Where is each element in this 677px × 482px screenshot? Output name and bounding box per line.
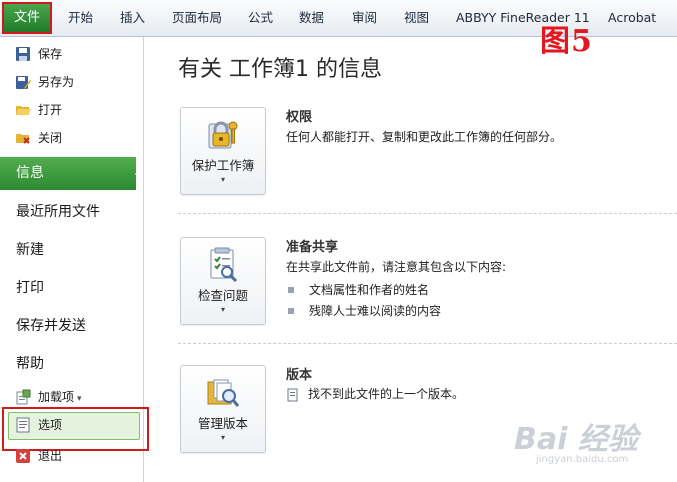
nav-open-label: 打开 [38,103,63,117]
section-divider [178,213,677,214]
list-item: 文档属性和作者的姓名 [288,281,429,298]
page-title: 有关 工作簿1 的信息 [178,57,382,82]
nav-save-label: 保存 [38,47,63,61]
checklist-icon [210,247,238,282]
save-icon [16,47,30,61]
protect-workbook-label: 保护工作簿 [191,158,255,173]
nav-options-label: 选项 [38,418,63,432]
nav-recent[interactable]: 最近所用文件 [0,194,143,230]
nav-new[interactable]: 新建 [0,232,143,268]
section-divider [178,343,677,344]
protect-workbook-button[interactable]: 保护工作簿 ▾ [180,107,266,195]
versions-description: 找不到此文件的上一个版本。 [286,385,464,402]
versions-icon [207,379,240,407]
versions-title: 版本 [286,368,313,383]
backstage-nav: 保存 另存为 打开 关闭 信息 最近所用文件 新建 打印 保存并发送 帮助 加载… [0,37,149,482]
permissions-description: 任何人都能打开、复制和更改此工作簿的任何部分。 [286,130,563,144]
tab-acrobat[interactable]: Acrobat [608,0,656,36]
baidu-watermark: Bai 经验 jingyan.baidu.com [514,414,664,474]
nav-save-as[interactable]: 另存为 [0,69,143,95]
nav-save-send[interactable]: 保存并发送 [0,308,143,344]
open-folder-icon [16,106,31,115]
watermark-sub: jingyan.baidu.com [536,454,629,465]
prepare-section: 检查问题 ▾ 准备共享 在共享此文件前，请注意其包含以下内容: 文档属性和作者的… [178,237,677,327]
nav-addins-label: 加载项 ▾ [38,390,82,404]
nav-open[interactable]: 打开 [0,97,143,123]
nav-help[interactable]: 帮助 [0,346,143,382]
nav-new-label: 新建 [16,242,44,258]
prepare-description: 在共享此文件前，请注意其包含以下内容: [286,260,507,274]
bullet-square-icon [288,307,294,314]
tab-insert[interactable]: 插入 [120,0,145,36]
tab-file[interactable]: 文件 [2,2,52,34]
nav-close[interactable]: 关闭 [0,125,143,151]
exit-icon [16,449,30,463]
check-issues-button[interactable]: 检查问题 ▾ [180,237,266,325]
list-item: 残障人士难以阅读的内容 [288,302,441,319]
permissions-section: 保护工作簿 ▾ 权限 任何人都能打开、复制和更改此工作簿的任何部分。 [178,107,677,197]
document-icon [287,388,298,401]
nav-save-as-label: 另存为 [38,75,75,89]
nav-close-label: 关闭 [38,131,63,145]
bullet-square-icon [288,286,294,293]
chevron-down-icon: ▾ [220,433,225,442]
watermark-main: Bai 经验 [514,422,638,457]
manage-versions-label: 管理版本 [197,416,248,431]
check-issues-label: 检查问题 [197,288,248,303]
close-folder-icon [16,134,30,144]
selected-arrow-icon [135,166,143,182]
tab-review[interactable]: 审阅 [352,0,377,36]
tab-home[interactable]: 开始 [68,0,93,36]
tab-page-layout[interactable]: 页面布局 [172,0,222,36]
nav-print[interactable]: 打印 [0,270,143,306]
nav-info[interactable]: 信息 [0,157,143,190]
nav-addins[interactable]: 加载项 ▾ [0,384,143,410]
prepare-title: 准备共享 [286,240,339,255]
options-icon [16,417,30,433]
chevron-down-icon: ▾ [77,394,82,404]
manage-versions-button[interactable]: 管理版本 ▾ [180,365,266,453]
chevron-down-icon: ▾ [220,175,225,184]
nav-info-label: 信息 [16,165,44,181]
nav-help-label: 帮助 [16,356,44,372]
save-as-icon [16,76,31,89]
nav-save[interactable]: 保存 [0,41,143,67]
permissions-title: 权限 [286,110,313,125]
tab-view[interactable]: 视图 [404,0,429,36]
tab-formulas[interactable]: 公式 [248,0,273,36]
nav-recent-label: 最近所用文件 [16,204,100,220]
nav-exit-label: 退出 [38,449,63,463]
nav-save-send-label: 保存并发送 [16,318,86,334]
chevron-down-icon: ▾ [220,305,225,314]
tab-data[interactable]: 数据 [299,0,324,36]
nav-exit[interactable]: 退出 [0,443,143,469]
addins-icon [16,389,31,405]
nav-print-label: 打印 [16,280,44,296]
lock-key-icon [208,121,238,149]
